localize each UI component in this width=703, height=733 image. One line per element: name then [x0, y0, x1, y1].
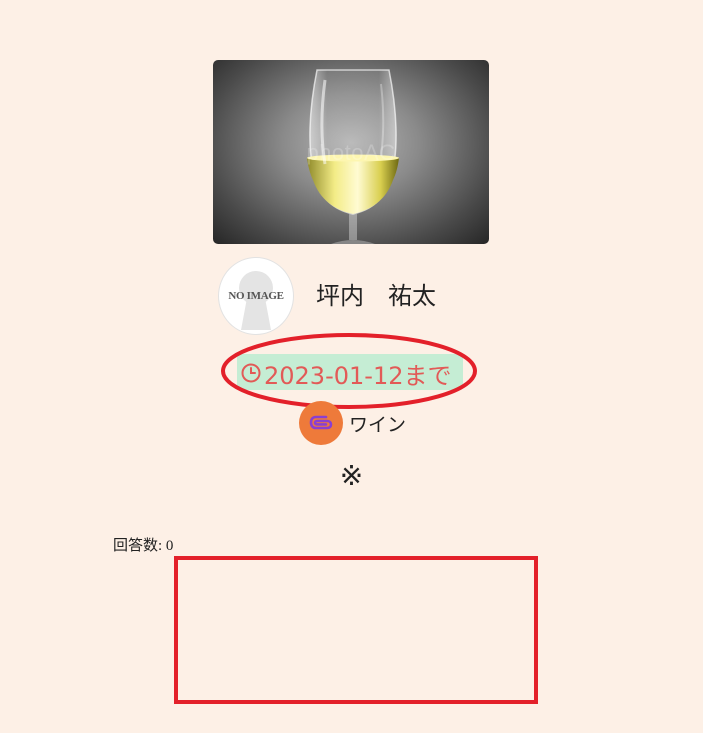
- question-image: photoAC: [213, 60, 489, 244]
- avatar-placeholder-text: NO IMAGE: [228, 290, 284, 302]
- annotation-ellipse: [221, 333, 477, 409]
- answer-count: 回答数: 0: [113, 538, 174, 554]
- note-mark: ※: [339, 459, 364, 492]
- answer-area-highlight: [174, 556, 538, 704]
- author-avatar[interactable]: NO IMAGE: [218, 257, 294, 335]
- deadline: 2023-01-12まで: [220, 332, 478, 410]
- category-label: ワイン: [349, 413, 407, 436]
- category-tag[interactable]: ワイン: [299, 401, 406, 445]
- image-watermark: photoAC: [306, 140, 396, 165]
- paperclip-icon: [309, 415, 333, 430]
- author-name[interactable]: 坪内 祐太: [316, 276, 436, 311]
- category-icon-badge: [299, 401, 343, 445]
